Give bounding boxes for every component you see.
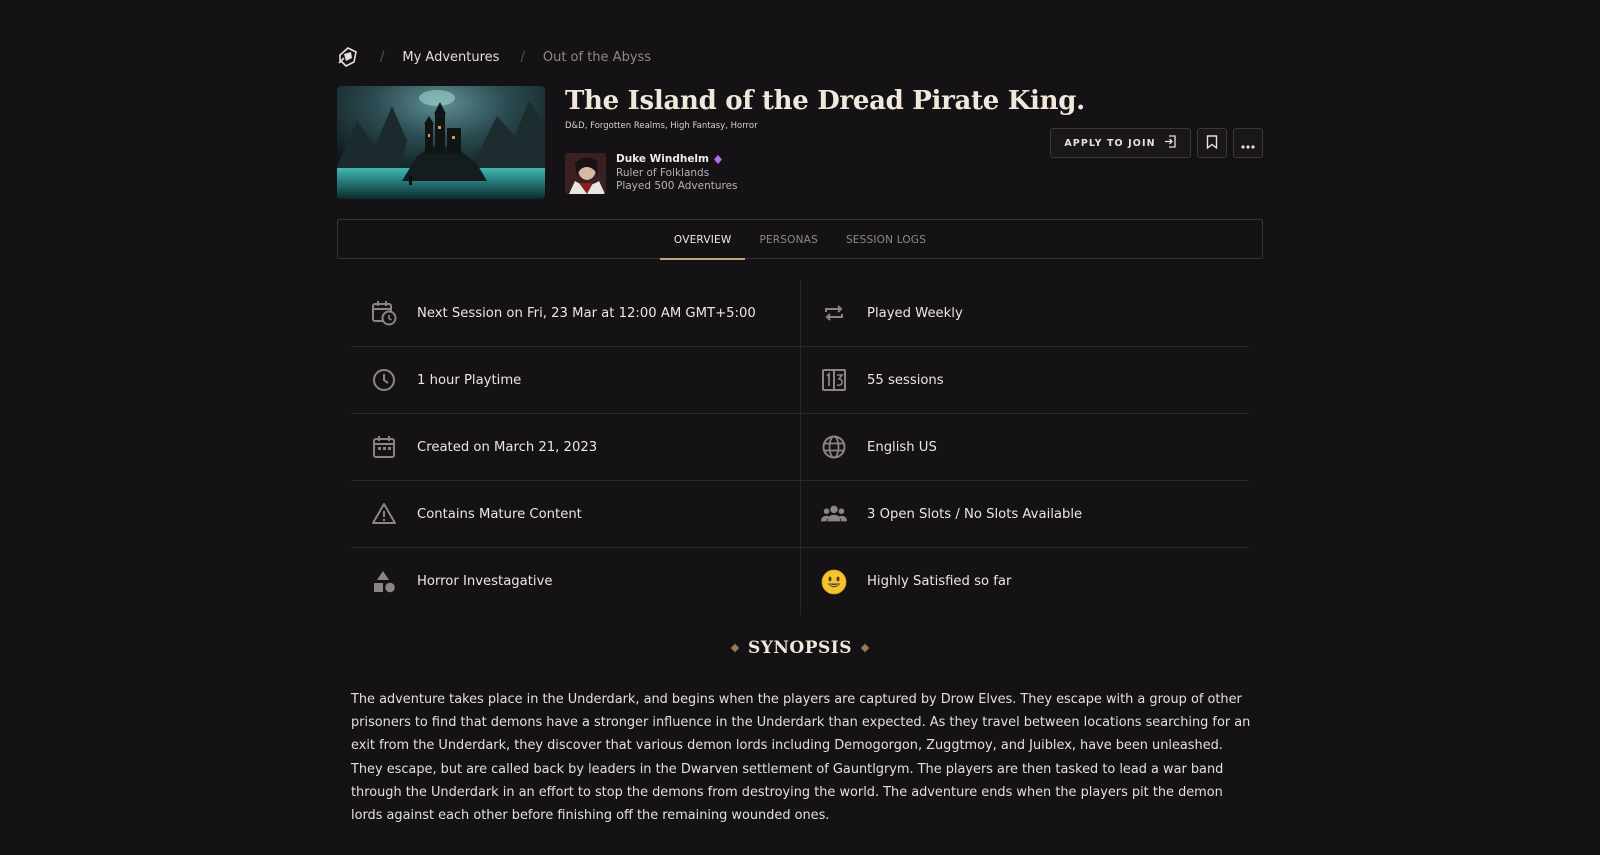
gm-played-count: Played 500 Adventures	[616, 180, 738, 192]
login-icon	[1164, 135, 1177, 151]
breadcrumb-current[interactable]: Out of the Abyss	[543, 50, 651, 65]
warning-icon	[371, 501, 397, 527]
detail-created: Created on March 21, 2023	[351, 414, 801, 481]
shapes-icon	[371, 569, 397, 595]
gm-name-row: Duke Windhelm	[616, 153, 738, 167]
language-text: English US	[867, 439, 937, 455]
genre-text: Horror Investagative	[417, 574, 553, 589]
tab-personas[interactable]: PERSONAS	[745, 220, 832, 259]
breadcrumb-separator: /	[520, 49, 525, 65]
mature-text: Contains Mature Content	[417, 506, 582, 522]
apply-to-join-label: APPLY TO JOIN	[1064, 137, 1156, 149]
more-options-button[interactable]	[1233, 128, 1263, 158]
detail-playtime: 1 hour Playtime	[351, 347, 801, 414]
frequency-text: Played Weekly	[867, 305, 963, 321]
adventure-tags: D&D, Forgotten Realms, High Fantasy, Hor…	[565, 121, 758, 131]
tab-session-logs[interactable]: SESSION LOGS	[832, 220, 940, 259]
next-session-text: Next Session on Fri, 23 Mar at 12:00 AM …	[417, 305, 756, 321]
dice-logo-icon[interactable]	[337, 46, 359, 68]
clock-icon	[371, 367, 397, 393]
tab-bar: OVERVIEW PERSONAS SESSION LOGS	[337, 219, 1263, 260]
breadcrumb-my-adventures[interactable]: My Adventures	[402, 50, 499, 65]
bookmark-icon	[1206, 134, 1218, 153]
adventure-cover-image	[337, 86, 545, 199]
detail-mature: Contains Mature Content	[351, 481, 801, 548]
detail-genre: Horror Investagative	[351, 548, 801, 615]
playtime-text: 1 hour Playtime	[417, 372, 522, 388]
avatar	[565, 153, 606, 194]
globe-icon	[821, 434, 847, 460]
more-icon	[1241, 134, 1255, 153]
group-icon	[821, 501, 847, 527]
calendar-icon	[371, 434, 397, 460]
adventure-title: The Island of the Dread Pirate King.	[565, 86, 1085, 116]
counter-icon	[821, 367, 847, 393]
gm-details: Duke Windhelm Ruler of Folklands Played …	[616, 153, 738, 194]
gm-title: Ruler of Folklands	[616, 166, 710, 179]
tab-overview[interactable]: OVERVIEW	[659, 220, 746, 260]
breadcrumb: / My Adventures / Out of the Abyss	[337, 44, 651, 70]
smiley-emoji-icon	[821, 569, 847, 595]
sessions-text: 55 sessions	[867, 372, 944, 388]
game-master-card[interactable]: Duke Windhelm Ruler of Folklands Played …	[565, 153, 738, 194]
gm-name[interactable]: Duke Windhelm	[616, 153, 709, 167]
bookmark-button[interactable]	[1197, 128, 1227, 158]
detail-satisfaction: Highly Satisfied so far	[801, 548, 1249, 615]
detail-slots: 3 Open Slots / No Slots Available	[801, 481, 1249, 548]
repeat-icon	[821, 300, 847, 326]
details-grid: Next Session on Fri, 23 Mar at 12:00 AM …	[351, 280, 1249, 615]
header-actions: APPLY TO JOIN	[1050, 128, 1263, 158]
synopsis-title: SYNOPSIS	[747, 638, 853, 658]
detail-frequency: Played Weekly	[801, 280, 1249, 347]
calendar-clock-icon	[371, 300, 397, 326]
detail-language: English US	[801, 414, 1249, 481]
diamond-ornament-icon	[730, 643, 740, 653]
slots-text: 3 Open Slots / No Slots Available	[867, 506, 1083, 522]
diamond-ornament-icon	[860, 643, 870, 653]
premium-gem-icon	[713, 155, 722, 165]
apply-to-join-button[interactable]: APPLY TO JOIN	[1050, 128, 1191, 158]
detail-sessions: 55 sessions	[801, 347, 1249, 414]
page: / My Adventures / Out of the Abyss The I…	[337, 0, 1263, 855]
synopsis-heading: SYNOPSIS	[337, 638, 1263, 658]
satisfaction-text: Highly Satisfied so far	[867, 574, 1012, 589]
created-text: Created on March 21, 2023	[417, 439, 598, 455]
breadcrumb-separator: /	[380, 49, 385, 65]
synopsis-body: The adventure takes place in the Underda…	[351, 692, 1251, 824]
detail-next-session: Next Session on Fri, 23 Mar at 12:00 AM …	[351, 280, 801, 347]
